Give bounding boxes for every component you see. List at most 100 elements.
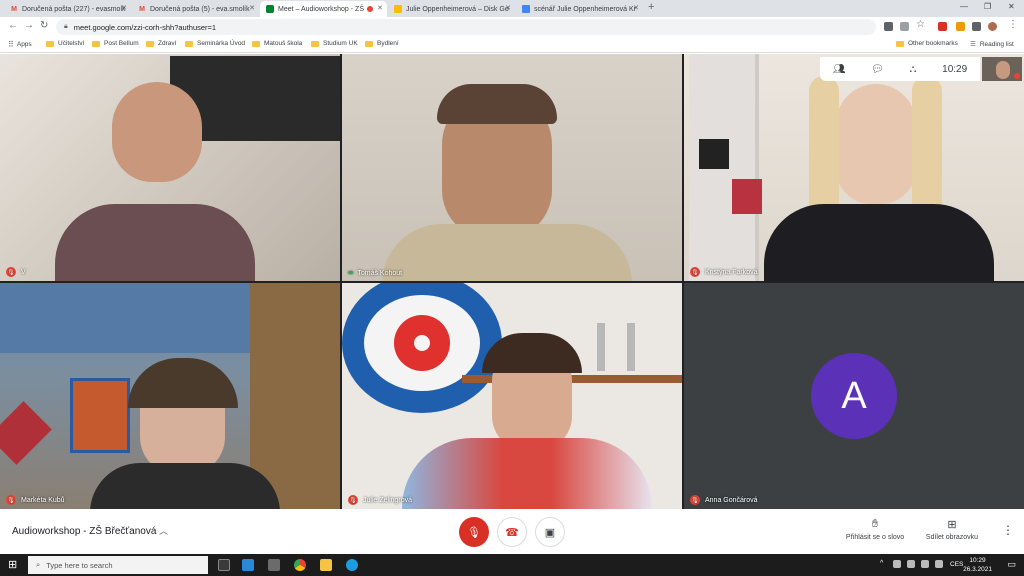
notifications-icon[interactable]: ▭ bbox=[1007, 559, 1016, 570]
docs-icon bbox=[522, 5, 530, 13]
taskbar-clock[interactable]: 10:29 26.3.2021 bbox=[963, 556, 992, 574]
bookmark-folder[interactable]: Studium UK bbox=[311, 40, 358, 47]
translate-icon[interactable] bbox=[900, 22, 909, 31]
bookmark-folder[interactable]: Zdraví bbox=[146, 40, 176, 47]
participant-body bbox=[382, 224, 632, 281]
new-tab-icon[interactable]: + bbox=[648, 1, 654, 13]
self-face bbox=[996, 61, 1010, 79]
chrome-icon[interactable] bbox=[294, 559, 306, 571]
participant-tile[interactable]: 🎙︎ V bbox=[0, 54, 340, 281]
gmail-icon: M bbox=[139, 5, 145, 13]
edge-icon[interactable] bbox=[346, 559, 358, 571]
task-view-icon[interactable] bbox=[218, 559, 230, 571]
participant-face bbox=[112, 82, 202, 182]
self-view-thumbnail[interactable] bbox=[982, 57, 1022, 81]
tray-icon[interactable] bbox=[893, 560, 901, 568]
participant-name: Julie Zelingrová bbox=[363, 496, 413, 504]
volume-icon[interactable] bbox=[935, 560, 943, 568]
tab-drive[interactable]: Julie Oppenheimerová – Disk Go ✕ bbox=[388, 1, 515, 17]
extension-icon[interactable] bbox=[956, 22, 965, 31]
url-text: meet.google.com/zzi-corh-shh?authuser=1 bbox=[73, 22, 217, 32]
tab-gmail-1[interactable]: M Doručená pošta (227) - evasmolk ✕ bbox=[4, 1, 131, 17]
meeting-controls: Audioworkshop - ZŠ Břečťanová ︿ 🎙︎ ☎︎ ▣ … bbox=[0, 509, 1024, 554]
avatar[interactable] bbox=[988, 22, 997, 31]
participant-tile[interactable]: 🎙︎ Kristýna Farková bbox=[684, 54, 1024, 281]
address-bar[interactable]: 🔒︎ meet.google.com/zzi-corh-shh?authuser… bbox=[56, 19, 876, 35]
participant-tile[interactable]: 🎙︎ Markéta Kubů bbox=[0, 283, 340, 509]
close-icon[interactable]: ✕ bbox=[121, 4, 127, 12]
camera-toggle-button[interactable]: ▣ bbox=[535, 517, 565, 547]
participant-tile[interactable]: 🎙︎ Julie Zelingrová bbox=[342, 283, 682, 509]
close-icon[interactable]: ✕ bbox=[377, 4, 383, 12]
bookmark-folder[interactable]: Učitelství bbox=[46, 40, 84, 47]
tab-gmail-2[interactable]: M Doručená pošta (5) - eva.smolík ✕ bbox=[132, 1, 259, 17]
back-icon[interactable]: ← bbox=[8, 20, 18, 31]
bookmark-folder[interactable]: Matouš škola bbox=[252, 40, 302, 47]
raise-hand-button[interactable]: ✋︎ Přihlásit se o slovo bbox=[840, 518, 910, 541]
folder-icon bbox=[46, 40, 54, 47]
battery-icon[interactable] bbox=[907, 560, 915, 568]
participant-name: V bbox=[21, 268, 26, 276]
activities-icon[interactable]: ⛬ bbox=[910, 64, 917, 75]
meeting-title-text: Audioworkshop - ZŠ Břečťanová bbox=[12, 526, 157, 537]
chevron-up-icon[interactable]: ︿ bbox=[159, 526, 168, 536]
people-icon[interactable]: 👥︎ bbox=[833, 64, 846, 75]
participant-tile[interactable]: ••• Tomáš Kohout bbox=[342, 54, 682, 281]
taskbar-search[interactable]: ⌕ Type here to search bbox=[28, 556, 208, 574]
file-explorer-icon[interactable] bbox=[320, 559, 332, 571]
participant-name: Anna Gončárová bbox=[705, 496, 758, 504]
participant-name-tag: 🎙︎ Julie Zelingrová bbox=[348, 495, 412, 505]
mic-off-icon: 🎙︎ bbox=[690, 495, 700, 505]
folder-icon bbox=[365, 40, 373, 47]
menu-icon[interactable]: ⋮ bbox=[1008, 19, 1018, 30]
more-options-icon[interactable]: ⋮ bbox=[1002, 523, 1014, 537]
bookmark-apps[interactable]: ⠿ Apps bbox=[8, 40, 32, 49]
camera-icon[interactable] bbox=[884, 22, 893, 31]
participant-name: Markéta Kubů bbox=[21, 496, 65, 504]
wall-painting bbox=[70, 378, 130, 453]
target-center bbox=[414, 335, 430, 351]
chat-icon[interactable]: 💬︎ bbox=[871, 64, 884, 75]
mail-icon[interactable] bbox=[242, 559, 254, 571]
bookmark-folder[interactable]: Seminárka Úvod bbox=[185, 40, 245, 47]
bookmark-label: Bydlení bbox=[377, 40, 399, 47]
bookmark-label: Reading list bbox=[979, 40, 1014, 48]
other-bookmarks[interactable]: Other bookmarks bbox=[896, 40, 958, 47]
close-window-icon[interactable]: ✕ bbox=[1008, 2, 1015, 11]
tray-chevron-icon[interactable]: ^ bbox=[880, 560, 883, 567]
mic-off-icon bbox=[1014, 73, 1020, 79]
folder-icon bbox=[146, 40, 154, 47]
share-screen-button[interactable]: ⊞ Sdílet obrazovku bbox=[920, 518, 984, 541]
pdf-extension-icon[interactable] bbox=[938, 22, 947, 31]
leave-call-button[interactable]: ☎︎ bbox=[497, 517, 527, 547]
tab-meet[interactable]: Meet – Audioworkshop - ZŠ ✕ bbox=[260, 1, 387, 17]
star-icon[interactable]: ☆ bbox=[916, 19, 925, 30]
bookmark-label: Zdraví bbox=[158, 40, 177, 47]
participant-hair bbox=[128, 358, 238, 408]
store-icon[interactable] bbox=[268, 559, 280, 571]
minimize-icon[interactable]: — bbox=[960, 2, 968, 11]
wifi-icon[interactable] bbox=[921, 560, 929, 568]
participant-name-tag: 🎙︎ Markéta Kubů bbox=[6, 495, 65, 505]
puzzle-icon[interactable] bbox=[972, 22, 981, 31]
mic-off-icon: 🎙︎ bbox=[6, 267, 16, 277]
reading-list[interactable]: ☰ Reading list bbox=[970, 40, 1014, 49]
restore-icon[interactable]: ❐ bbox=[984, 2, 991, 11]
participant-tile[interactable]: A 🎙︎ Anna Gončárová bbox=[684, 283, 1024, 509]
tab-docs[interactable]: scénář Julie Oppenheimerová Kr ✕ bbox=[516, 1, 643, 17]
apps-icon: ⠿ bbox=[8, 40, 14, 49]
avatar: A bbox=[811, 353, 897, 439]
windows-start-icon[interactable]: ⊞ bbox=[8, 558, 17, 571]
bookmark-folder[interactable]: Bydlení bbox=[365, 40, 399, 47]
forward-icon[interactable]: → bbox=[24, 20, 34, 31]
close-icon[interactable]: ✕ bbox=[249, 4, 255, 12]
reload-icon[interactable]: ↻ bbox=[40, 20, 48, 31]
close-icon[interactable]: ✕ bbox=[633, 4, 639, 12]
reading-list-icon: ☰ bbox=[970, 41, 976, 48]
video-grid: 🎙︎ V ••• Tomáš Kohout 🎙︎ Kristýna Farková bbox=[0, 54, 1024, 509]
close-icon[interactable]: ✕ bbox=[505, 4, 511, 12]
mic-toggle-button[interactable]: 🎙︎ bbox=[459, 517, 489, 547]
bookmark-folder[interactable]: Post Bellum bbox=[92, 40, 139, 47]
language-indicator[interactable]: CES bbox=[950, 561, 963, 568]
bookmarks-bar: ⠿ Apps Učitelství Post Bellum Zdraví Semi… bbox=[0, 37, 1024, 53]
